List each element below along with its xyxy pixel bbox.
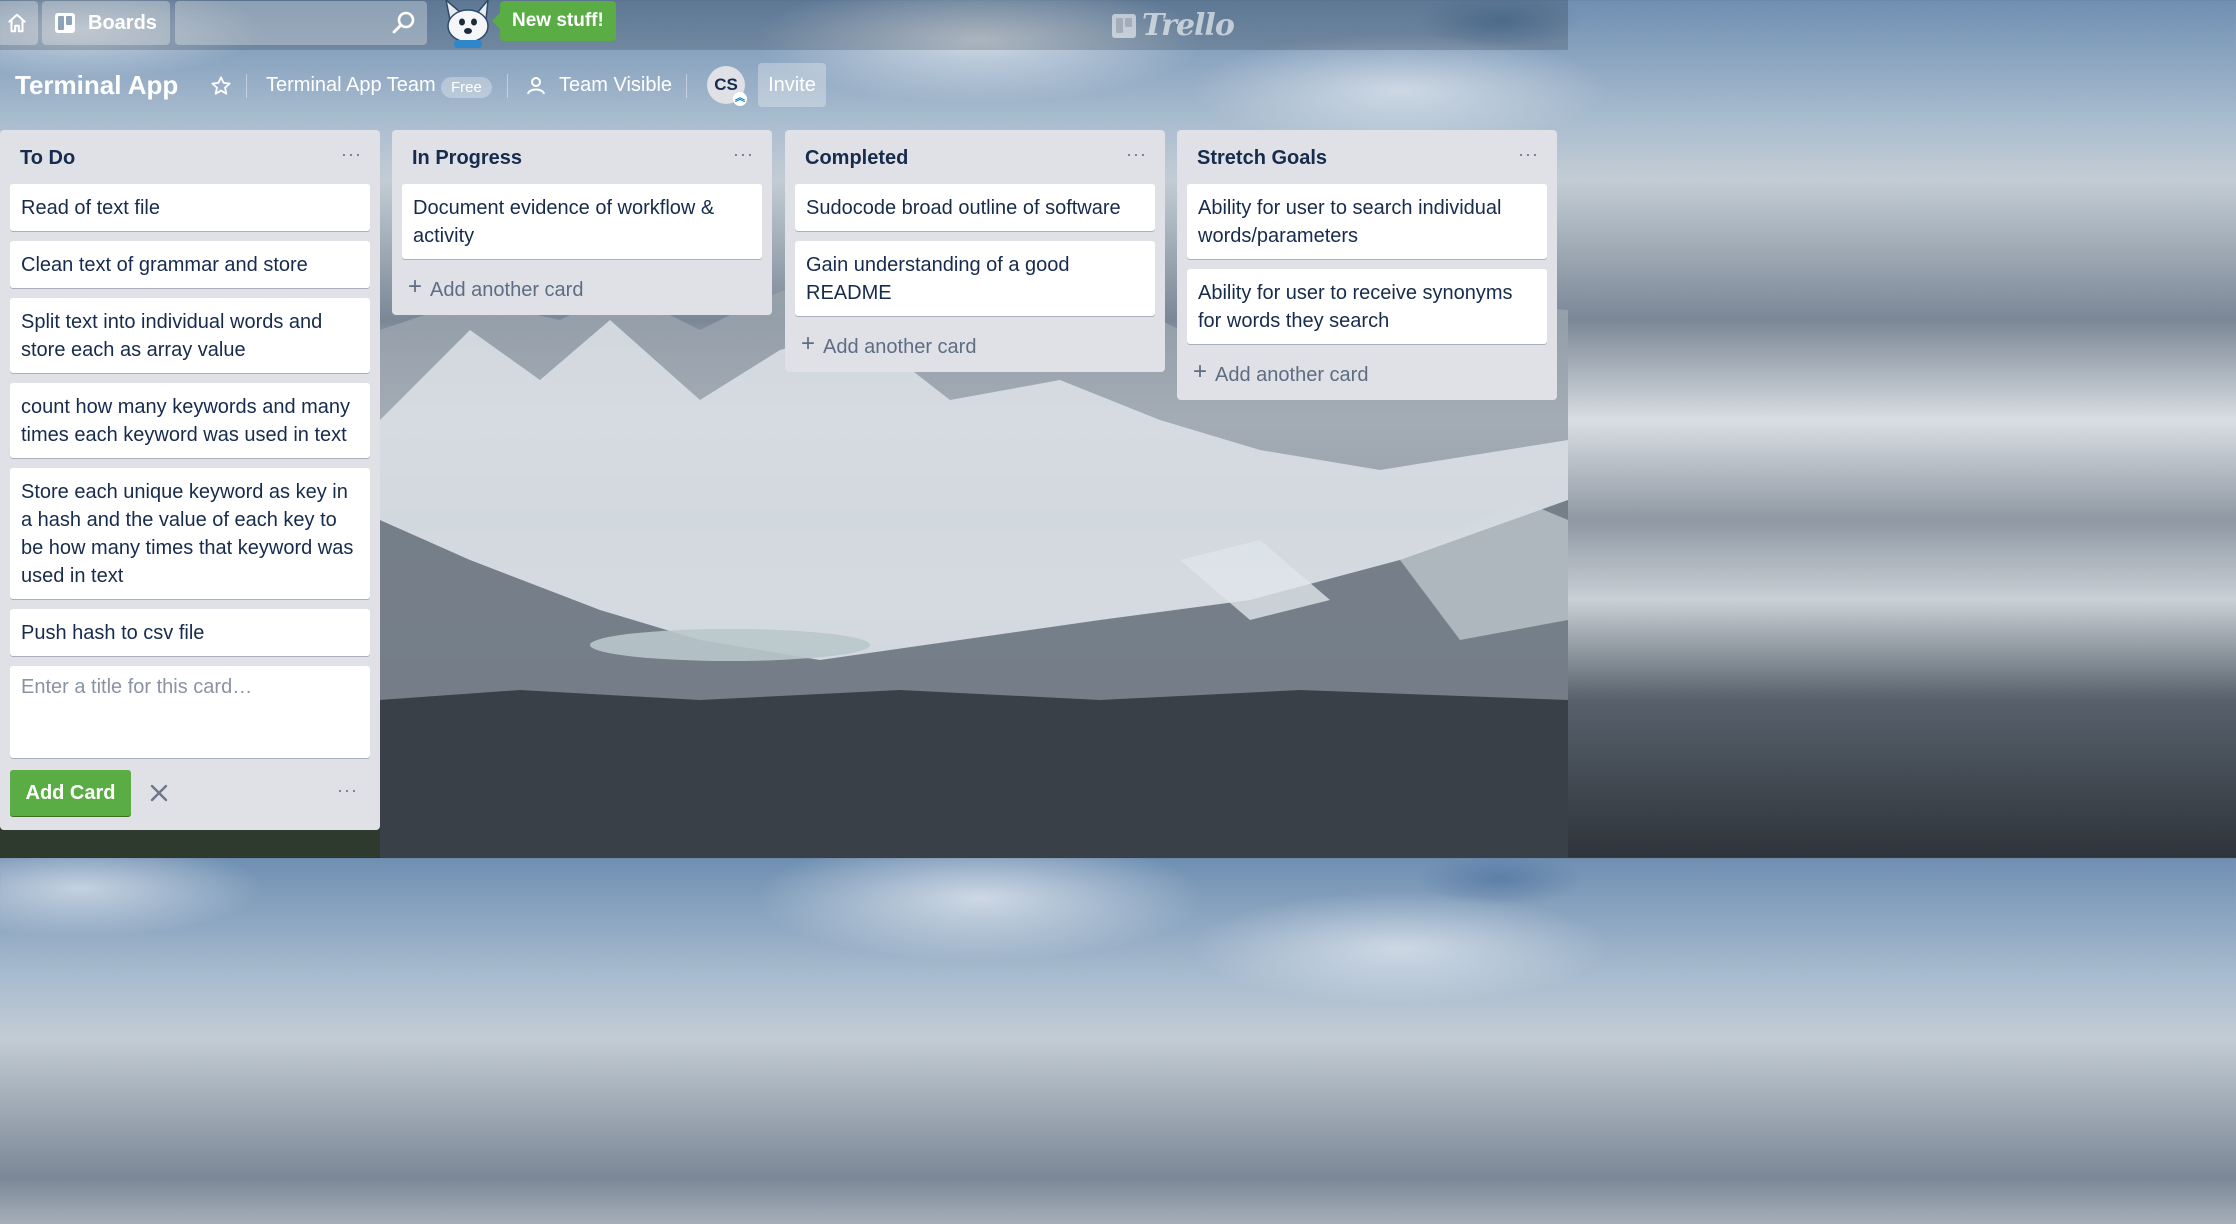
trello-logo-text: Trello	[1142, 8, 1235, 43]
board-header: Terminal App Terminal App Team Free Team…	[0, 56, 1568, 116]
divider	[686, 74, 687, 98]
list-menu-icon[interactable]: ···	[733, 144, 754, 165]
list-menu-icon[interactable]: ···	[341, 144, 362, 165]
card[interactable]: Sudocode broad outline of software	[795, 184, 1155, 231]
composer-menu-icon[interactable]: ···	[337, 780, 358, 801]
trello-logo-icon	[1112, 13, 1136, 38]
boards-button[interactable]: Boards	[42, 1, 170, 45]
search-bar[interactable]	[175, 1, 427, 47]
add-another-card-button[interactable]: + Add another card	[785, 324, 1165, 372]
add-card-button[interactable]: Add Card	[10, 770, 131, 816]
team-plan-badge: Free	[441, 77, 492, 98]
home-icon	[8, 13, 26, 33]
admin-chevron-icon: ︽	[733, 92, 747, 106]
plus-icon: +	[1193, 358, 1208, 385]
list-header[interactable]: To Do ···	[0, 130, 380, 184]
home-button[interactable]	[0, 1, 38, 45]
list-in-progress: In Progress ··· Document evidence of wor…	[392, 130, 772, 315]
card[interactable]: Ability for user to receive synonyms for…	[1187, 269, 1547, 344]
add-another-card-label: Add another card	[1215, 364, 1369, 386]
visibility-button[interactable]: Team Visible	[559, 74, 672, 97]
card[interactable]: Split text into individual words and sto…	[10, 298, 370, 373]
composer-controls: Add Card ···	[0, 758, 380, 830]
card-title-input[interactable]	[10, 666, 370, 754]
top-navbar: Boards New stuff! Trello	[0, 0, 1568, 50]
list-header[interactable]: Completed ···	[785, 130, 1165, 184]
list-stretch-goals: Stretch Goals ··· Ability for user to se…	[1177, 130, 1557, 400]
add-another-card-label: Add another card	[430, 279, 584, 301]
team-visibility-icon	[527, 77, 545, 95]
add-another-card-button[interactable]: + Add another card	[392, 267, 772, 315]
list-completed: Completed ··· Sudocode broad outline of …	[785, 130, 1165, 372]
close-icon[interactable]	[146, 780, 172, 806]
card[interactable]: Ability for user to search individual wo…	[1187, 184, 1547, 259]
member-initials: CS	[714, 75, 738, 94]
search-icon[interactable]	[391, 10, 417, 36]
card[interactable]: Document evidence of workflow & activity	[402, 184, 762, 259]
divider	[246, 74, 247, 98]
card[interactable]: count how many keywords and many times e…	[10, 383, 370, 458]
new-stuff-button[interactable]: New stuff!	[492, 1, 616, 41]
trello-logo[interactable]: Trello	[1112, 8, 1235, 43]
add-another-card-label: Add another card	[823, 336, 977, 358]
plus-icon: +	[408, 273, 423, 300]
list-title[interactable]: Stretch Goals	[1197, 147, 1327, 170]
card[interactable]: Clean text of grammar and store	[10, 241, 370, 288]
card[interactable]: Read of text file	[10, 184, 370, 231]
card[interactable]: Push hash to csv file	[10, 609, 370, 656]
card-composer[interactable]	[10, 666, 370, 758]
invite-button[interactable]: Invite	[758, 63, 826, 107]
list-header[interactable]: Stretch Goals ···	[1177, 130, 1557, 184]
divider	[507, 74, 508, 98]
list-title[interactable]: In Progress	[412, 147, 522, 170]
card[interactable]: Gain understanding of a good README	[795, 241, 1155, 316]
list-to-do: To Do ··· Read of text file Clean text o…	[0, 130, 380, 830]
plus-icon: +	[801, 330, 816, 357]
search-input[interactable]	[175, 1, 387, 47]
list-header[interactable]: In Progress ···	[392, 130, 772, 184]
list-title[interactable]: Completed	[805, 147, 908, 170]
list-menu-icon[interactable]: ···	[1126, 144, 1147, 165]
boards-label: Boards	[88, 11, 157, 34]
member-avatar[interactable]: CS ︽	[707, 66, 747, 106]
card[interactable]: Store each unique keyword as key in a ha…	[10, 468, 370, 599]
star-icon[interactable]	[210, 75, 232, 97]
board-title[interactable]: Terminal App	[15, 70, 178, 101]
team-name-link[interactable]: Terminal App Team	[266, 74, 436, 97]
list-menu-icon[interactable]: ···	[1518, 144, 1539, 165]
boards-icon	[55, 13, 75, 33]
taco-mascot-icon[interactable]	[440, 0, 496, 50]
list-title[interactable]: To Do	[20, 147, 75, 170]
add-another-card-button[interactable]: + Add another card	[1177, 352, 1557, 400]
